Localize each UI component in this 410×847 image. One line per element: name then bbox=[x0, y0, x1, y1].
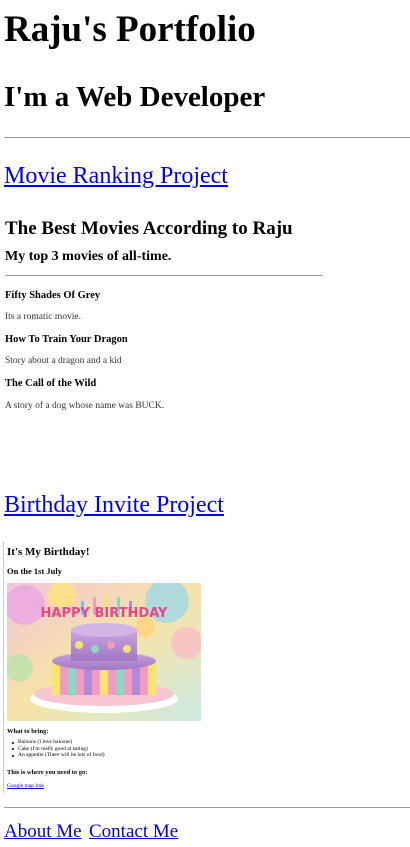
movie-1-title: Fifty Shades Of Grey bbox=[5, 290, 101, 301]
cake-topper-text: HAPPY BIRTHDAY bbox=[41, 606, 168, 621]
movie-ranking-divider bbox=[5, 275, 323, 276]
google-map-link[interactable]: Google map link bbox=[7, 783, 44, 790]
movie-ranking-heading: The Best Movies According to Raju bbox=[5, 218, 293, 239]
page-title: Raju's Portfolio bbox=[4, 9, 256, 50]
movie-3-description: A story of a dog whose name was BUCK. bbox=[5, 401, 165, 411]
movie-ranking-project-link[interactable]: Movie Ranking Project bbox=[4, 162, 228, 190]
movie-1-description: Its a romatic movie. bbox=[5, 312, 81, 322]
movie-ranking-embed: The Best Movies According to Raju My top… bbox=[0, 200, 330, 440]
birthday-heading: It's My Birthday! bbox=[7, 546, 90, 558]
bottom-divider bbox=[4, 807, 410, 808]
birthday-date: On the 1st July bbox=[7, 566, 63, 576]
top-divider bbox=[4, 137, 410, 138]
birthday-cake-image: HAPPY BIRTHDAY bbox=[7, 583, 201, 721]
bring-list: Baloons (I love baloons) Cake (I'm reall… bbox=[7, 739, 105, 759]
page-subtitle: I'm a Web Developer bbox=[4, 81, 266, 113]
birthday-invite-embed: It's My Birthday! On the 1st July HAPPY … bbox=[3, 541, 204, 793]
movie-2-title: How To Train Your Dragon bbox=[5, 334, 128, 345]
contact-me-link[interactable]: Contact Me bbox=[89, 820, 178, 844]
movie-3-title: The Call of the Wild bbox=[5, 378, 97, 389]
birthday-invite-project-link[interactable]: Birthday Invite Project bbox=[4, 491, 224, 519]
bring-heading: What to bring: bbox=[7, 728, 49, 735]
about-me-link[interactable]: About Me bbox=[4, 820, 82, 844]
movie-ranking-subheading: My top 3 movies of all-time. bbox=[5, 249, 172, 264]
location-heading: This is where you need to go: bbox=[7, 769, 88, 776]
list-item: An appetite (There will be lots of food) bbox=[7, 752, 105, 759]
movie-2-description: Story about a dragon and a kid bbox=[5, 356, 122, 366]
